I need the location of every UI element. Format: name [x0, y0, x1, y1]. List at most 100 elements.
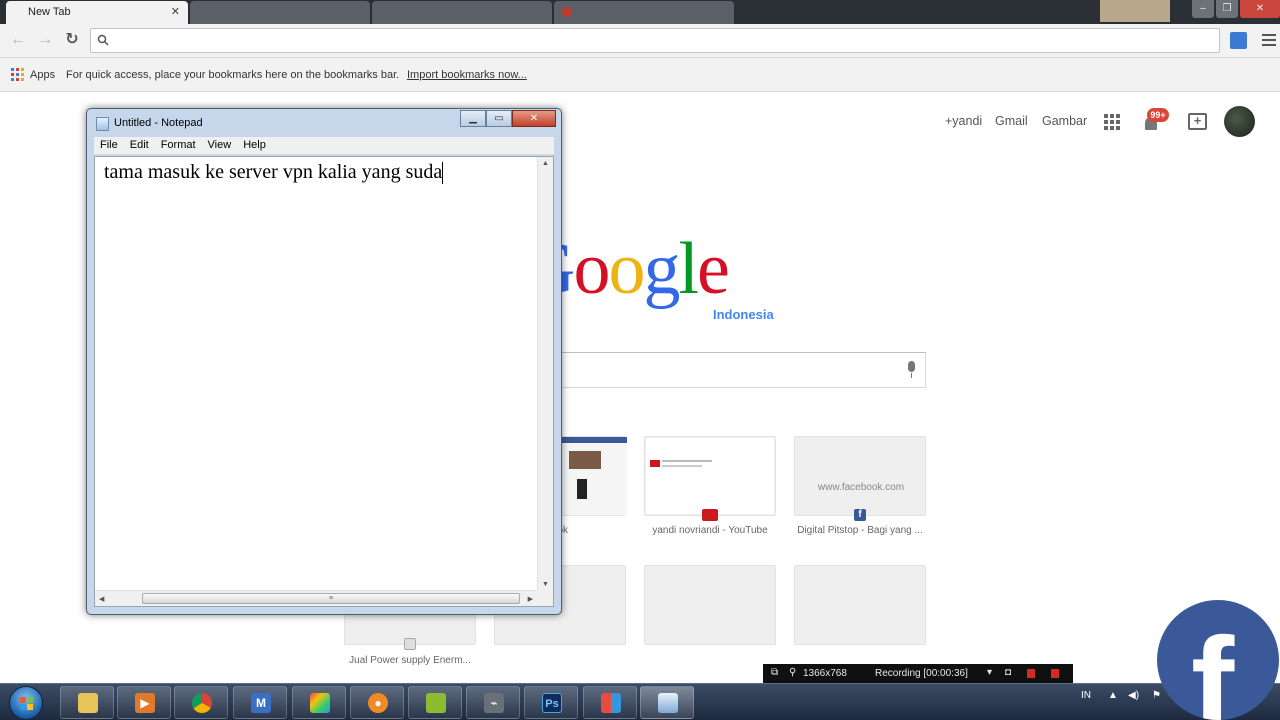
taskbar-photoshop[interactable]: Ps: [524, 686, 578, 719]
maximize-button[interactable]: ❐: [1216, 0, 1238, 18]
scroll-left-arrow-icon[interactable]: ◀: [99, 595, 104, 603]
scroll-right-arrow-icon[interactable]: ▶: [528, 595, 533, 603]
folder-icon: [78, 693, 98, 713]
hamburger-menu-icon[interactable]: [1262, 31, 1276, 49]
notepad-minimize-button[interactable]: ▁: [460, 110, 486, 127]
recorder-camera-icon[interactable]: ◘: [1005, 667, 1011, 678]
windows-logo-icon: [20, 697, 33, 710]
google-plus-user-link[interactable]: +yandi: [945, 114, 982, 128]
profile-chip[interactable]: [1100, 0, 1170, 22]
most-visited-tile-digital-pitstop[interactable]: www.facebook.com: [794, 436, 926, 516]
tile-label[interactable]: Digital Pitstop - Bagi yang ...: [794, 525, 926, 536]
address-bar[interactable]: [90, 28, 1220, 53]
most-visited-tile-empty[interactable]: [794, 565, 926, 645]
vertical-scrollbar[interactable]: ▲ ▼: [537, 157, 553, 591]
tab-background-1[interactable]: [190, 1, 370, 24]
menu-help[interactable]: Help: [237, 137, 272, 151]
import-bookmarks-link[interactable]: Import bookmarks now...: [407, 69, 527, 81]
reload-icon[interactable]: ↻: [62, 30, 82, 50]
logo-letter: o: [608, 228, 645, 310]
taskbar-media-player[interactable]: ▶: [117, 686, 171, 719]
notification-badge[interactable]: 99+: [1147, 108, 1169, 122]
tile-label[interactable]: Jual Power supply Enerm...: [344, 655, 476, 666]
youtube-favicon-icon: [562, 7, 572, 17]
app-icon: ⌁: [484, 693, 504, 713]
taskbar-app-colors[interactable]: [292, 686, 346, 719]
photoshop-icon: Ps: [542, 693, 562, 713]
taskbar-chrome[interactable]: [174, 686, 228, 719]
screen-recorder-bar: ⧉ ⚲ 1366x768 Recording [00:00:36] ▾ ◘: [763, 664, 1073, 683]
page-favicon-icon: [404, 638, 416, 650]
scroll-down-arrow-icon[interactable]: ▼: [542, 581, 549, 588]
taskbar-app-gray[interactable]: ⌁: [466, 686, 520, 719]
tile-label[interactable]: yandi novriandi - YouTube: [644, 525, 776, 536]
volume-icon[interactable]: ◀): [1128, 690, 1139, 701]
taskbar-app-tiles[interactable]: [583, 686, 637, 719]
recorder-zoom-icon[interactable]: ⚲: [789, 667, 796, 678]
most-visited-tile-youtube[interactable]: [644, 436, 776, 516]
tray-expand-icon[interactable]: ▲: [1108, 690, 1118, 701]
taskbar-app-boat[interactable]: [408, 686, 462, 719]
notepad-maximize-button[interactable]: ▭: [486, 110, 512, 127]
most-visited-tile-empty[interactable]: [644, 565, 776, 645]
recorder-window-icon[interactable]: ⧉: [771, 667, 778, 678]
taskbar-notepad[interactable]: [640, 686, 694, 719]
app-icon: [601, 693, 621, 713]
recorder-stop-icon[interactable]: [1051, 669, 1059, 678]
notepad-icon: [658, 693, 678, 713]
browser-toolbar: ← → ↻: [0, 24, 1280, 58]
apps-grid-icon[interactable]: [11, 68, 24, 81]
apps-link[interactable]: Apps: [30, 69, 55, 81]
menu-file[interactable]: File: [94, 137, 124, 151]
extension-icon[interactable]: [1230, 32, 1247, 49]
bookmarks-hint: For quick access, place your bookmarks h…: [66, 69, 400, 81]
avatar[interactable]: [1224, 106, 1255, 137]
tray-language[interactable]: IN: [1081, 690, 1091, 701]
notepad-close-button[interactable]: ✕: [512, 110, 556, 127]
tab-new-tab[interactable]: New Tab ✕: [6, 1, 188, 24]
bookmarks-bar: Apps For quick access, place your bookma…: [0, 58, 1280, 92]
address-input[interactable]: [115, 31, 1205, 50]
notepad-window-controls: ▁ ▭ ✕: [460, 110, 556, 127]
facebook-favicon-icon: f: [854, 509, 866, 521]
recorder-pause-icon[interactable]: [1027, 669, 1035, 678]
horizontal-scroll-thumb[interactable]: ≡: [142, 593, 520, 604]
tab-background-2[interactable]: [372, 1, 552, 24]
menu-format[interactable]: Format: [155, 137, 202, 151]
google-apps-icon[interactable]: [1104, 114, 1120, 130]
app-m-icon: M: [251, 693, 271, 713]
microphone-icon[interactable]: [906, 361, 917, 379]
tab-background-3[interactable]: [554, 1, 734, 24]
forward-arrow-icon[interactable]: →: [35, 30, 55, 50]
logo-letter: o: [573, 228, 610, 310]
gmail-link[interactable]: Gmail: [995, 114, 1028, 128]
notepad-menubar: File Edit Format View Help: [94, 137, 554, 155]
images-link[interactable]: Gambar: [1042, 114, 1087, 128]
start-button[interactable]: [9, 686, 43, 720]
flag-icon[interactable]: ⚑: [1152, 690, 1161, 701]
recorder-dropdown-icon[interactable]: ▾: [987, 667, 992, 678]
minimize-button[interactable]: –: [1192, 0, 1214, 18]
taskbar-app-m[interactable]: M: [233, 686, 287, 719]
logo-letter: e: [697, 228, 730, 310]
menu-view[interactable]: View: [202, 137, 238, 151]
taskbar-explorer[interactable]: [60, 686, 114, 719]
share-plus-icon[interactable]: +: [1188, 113, 1207, 130]
scroll-up-arrow-icon[interactable]: ▲: [542, 160, 549, 167]
menu-edit[interactable]: Edit: [124, 137, 155, 151]
windows-taskbar: ▶ M ● ⌁ Ps: [0, 683, 1280, 720]
taskbar-openvpn[interactable]: ●: [350, 686, 404, 719]
back-arrow-icon[interactable]: ←: [8, 30, 28, 50]
notepad-window[interactable]: Untitled - Notepad ▁ ▭ ✕ File Edit Format V…: [86, 108, 562, 615]
close-tab-icon[interactable]: ✕: [171, 5, 180, 18]
size-grip[interactable]: [537, 590, 553, 606]
notepad-text-line: tama masuk ke server vpn kalia yang suda: [104, 161, 444, 185]
horizontal-scrollbar[interactable]: ◀ ≡ ▶: [95, 590, 537, 606]
close-window-button[interactable]: ✕: [1240, 0, 1280, 18]
notepad-text-area[interactable]: tama masuk ke server vpn kalia yang suda…: [94, 156, 554, 607]
tab-title: New Tab: [28, 6, 71, 18]
recorder-resolution: 1366x768: [803, 668, 847, 679]
facebook-logo-overlay: f: [1157, 600, 1279, 720]
notepad-content: tama masuk ke server vpn kalia yang suda: [104, 161, 443, 183]
logo-letter: g: [643, 228, 680, 310]
